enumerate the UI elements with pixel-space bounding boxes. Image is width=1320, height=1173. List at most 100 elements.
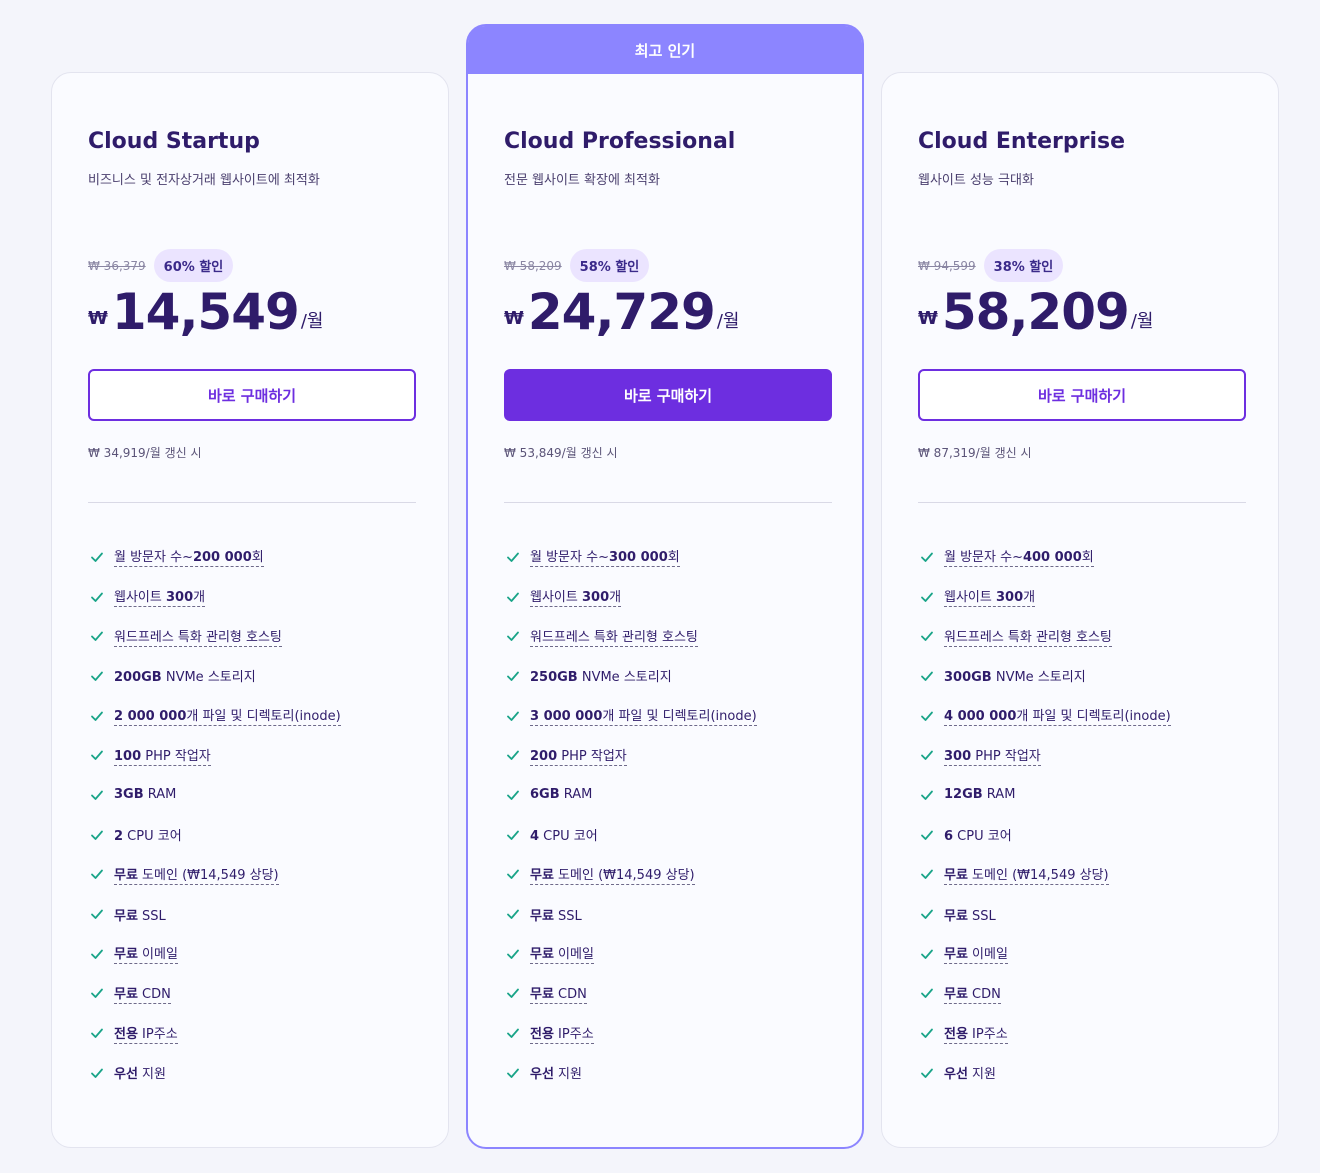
feature-bold: 300 <box>944 748 972 764</box>
plan-subtitle: 전문 웹사이트 확장에 최적화 <box>504 173 660 188</box>
feature-text[interactable]: 월 방문자 수~400 000회 <box>944 546 1094 568</box>
price-amount: 14,549 <box>111 283 300 341</box>
feature-text: 2 CPU 코어 <box>114 825 182 844</box>
feature-text[interactable]: 전용 IP주소 <box>944 1023 1008 1044</box>
feature-bold2: 300 <box>995 590 1024 606</box>
feature-bold: 6 <box>944 829 954 845</box>
feature-text[interactable]: 워드프레스 특화 관리형 호스팅 <box>114 626 282 647</box>
feature-text[interactable]: 워드프레스 특화 관리형 호스팅 <box>944 626 1112 647</box>
buy-now-button[interactable]: 바로 구매하기 <box>504 369 832 421</box>
feature-text[interactable]: 웹사이트 300개 <box>944 586 1036 608</box>
feature-text[interactable]: 월 방문자 수~200 000회 <box>114 546 264 568</box>
feature-text[interactable]: 무료 CDN <box>114 983 171 1004</box>
check-icon <box>88 1064 106 1082</box>
feature-text[interactable]: 무료 CDN <box>530 983 587 1004</box>
feature-item: 워드프레스 특화 관리형 호스팅 <box>918 616 1246 656</box>
feature-text: IP주소 <box>553 1026 594 1042</box>
check-icon <box>918 1024 936 1042</box>
buy-now-button[interactable]: 바로 구매하기 <box>88 369 416 421</box>
feature-text[interactable]: 전용 IP주소 <box>530 1023 594 1044</box>
feature-text[interactable]: 무료 이메일 <box>114 943 178 965</box>
feature-text[interactable]: 4 000 000개 파일 및 디렉토리(inode) <box>944 705 1171 727</box>
check-icon <box>918 627 936 645</box>
feature-text[interactable]: 전용 IP주소 <box>114 1023 178 1044</box>
feature-text: 우선 지원 <box>530 1063 582 1082</box>
check-icon <box>504 1064 522 1082</box>
feature-text: 6 CPU 코어 <box>944 825 1012 844</box>
feature-bold: 300GB <box>944 670 992 686</box>
plan-name: Cloud Startup <box>88 129 260 154</box>
feature-text: CDN <box>967 986 1001 1002</box>
feature-bold: 우선 <box>114 1067 138 1083</box>
check-icon <box>88 588 106 606</box>
feature-text[interactable]: 웹사이트 300개 <box>530 586 622 608</box>
check-icon <box>88 548 106 566</box>
original-price: ₩ 36,379 <box>88 258 146 273</box>
feature-text[interactable]: 100 PHP 작업자 <box>114 745 211 766</box>
check-icon <box>918 588 936 606</box>
current-price: ₩ 24,729 /월 <box>504 287 739 337</box>
feature-text: SSL <box>967 908 996 924</box>
feature-text[interactable]: 웹사이트 300개 <box>114 586 206 608</box>
feature-text: 월 방문자 수~ <box>944 550 1023 566</box>
most-popular-ribbon: 최고 인기 <box>468 26 862 74</box>
discount-badge: 60% 할인 <box>153 249 234 282</box>
feature-item: 200GB NVMe 스토리지 <box>88 656 416 696</box>
buy-now-button[interactable]: 바로 구매하기 <box>918 369 1246 421</box>
feature-bold: 2 <box>114 829 124 845</box>
feature-text: 200GB NVMe 스토리지 <box>114 666 256 685</box>
feature-text[interactable]: 3 000 000개 파일 및 디렉토리(inode) <box>530 705 757 727</box>
check-icon <box>88 667 106 685</box>
feature-text: NVMe 스토리지 <box>577 670 672 686</box>
feature-item: 월 방문자 수~200 000회 <box>88 537 416 577</box>
feature-text: 무료 SSL <box>114 905 166 924</box>
feature-text[interactable]: 월 방문자 수~300 000회 <box>530 546 680 568</box>
feature-text[interactable]: 200 PHP 작업자 <box>530 745 627 766</box>
check-icon <box>918 984 936 1002</box>
check-icon <box>88 707 106 725</box>
feature-text[interactable]: 2 000 000개 파일 및 디렉토리(inode) <box>114 705 341 727</box>
feature-text: 개 파일 및 디렉토리(inode) <box>186 709 341 725</box>
feature-text: 워드프레스 특화 관리형 호스팅 <box>530 629 698 645</box>
feature-item: 2 CPU 코어 <box>88 815 416 855</box>
check-icon <box>88 746 106 764</box>
feature-text[interactable]: 무료 CDN <box>944 983 1001 1004</box>
check-icon <box>88 826 106 844</box>
feature-text: PHP 작업자 <box>971 748 1041 764</box>
check-icon <box>504 826 522 844</box>
feature-text[interactable]: 무료 도메인 (₩14,549 상당) <box>530 864 695 885</box>
renewal-price: ₩ 34,919/월 갱신 시 <box>88 446 202 460</box>
feature-bold2: 200 000 <box>192 550 252 566</box>
feature-bold: 무료 <box>944 947 968 963</box>
feature-item: 4 CPU 코어 <box>504 815 832 855</box>
price-period: /월 <box>1130 311 1154 332</box>
check-icon <box>504 667 522 685</box>
feature-bold: 12GB <box>944 787 983 803</box>
feature-item: 무료 이메일 <box>88 934 416 974</box>
feature-text[interactable]: 300 PHP 작업자 <box>944 745 1041 766</box>
feature-text: 우선 지원 <box>944 1063 996 1082</box>
feature-text: 12GB RAM <box>944 787 1015 802</box>
feature-text: 웹사이트 <box>530 590 582 606</box>
feature-text: 무료 SSL <box>944 905 996 924</box>
feature-bold: 무료 <box>114 947 138 963</box>
feature-list: 월 방문자 수~400 000회웹사이트 300개워드프레스 특화 관리형 호스… <box>918 537 1246 1093</box>
feature-item: 워드프레스 특화 관리형 호스팅 <box>504 616 832 656</box>
check-icon <box>918 905 936 923</box>
discount-badge: 38% 할인 <box>983 249 1064 282</box>
feature-tail: 회 <box>1081 550 1094 566</box>
feature-text[interactable]: 워드프레스 특화 관리형 호스팅 <box>530 626 698 647</box>
check-icon <box>504 627 522 645</box>
check-icon <box>504 984 522 1002</box>
current-price: ₩ 58,209 /월 <box>918 287 1153 337</box>
feature-text[interactable]: 무료 이메일 <box>530 943 594 965</box>
plan-name: Cloud Enterprise <box>918 129 1126 154</box>
feature-text: PHP 작업자 <box>141 748 211 764</box>
feature-text[interactable]: 무료 도메인 (₩14,549 상당) <box>944 864 1109 885</box>
feature-text: 워드프레스 특화 관리형 호스팅 <box>114 629 282 645</box>
feature-text: 이메일 <box>967 947 1008 963</box>
plan-subtitle: 웹사이트 성능 극대화 <box>918 173 1034 188</box>
feature-text[interactable]: 무료 도메인 (₩14,549 상당) <box>114 864 279 885</box>
feature-text[interactable]: 무료 이메일 <box>944 943 1008 965</box>
feature-text: 3GB RAM <box>114 787 176 802</box>
